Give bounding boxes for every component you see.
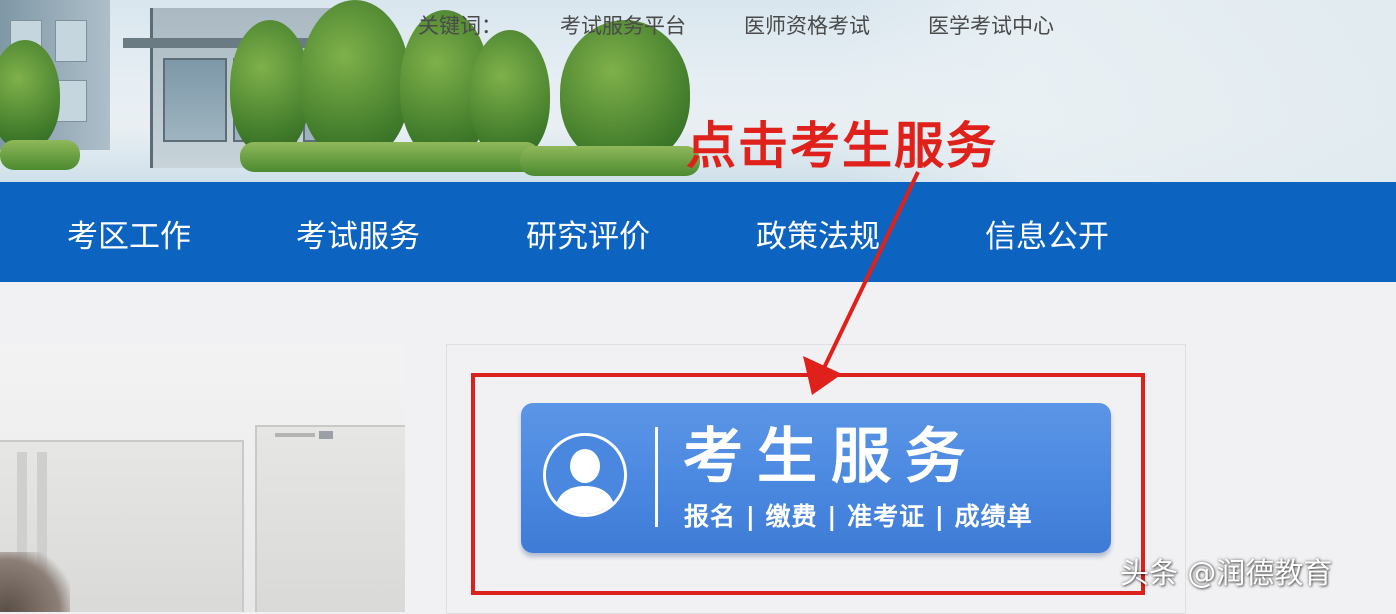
- main-nav: 考区工作 考试服务 研究评价 政策法规 信息公开: [0, 182, 1396, 282]
- nav-item-exam-service[interactable]: 考试服务: [296, 182, 420, 282]
- keyword-link-physician-exam[interactable]: 医师资格考试: [744, 10, 870, 40]
- service-title: 考生服务: [683, 422, 979, 492]
- service-subtitle: 报名 | 缴费 | 准考证 | 成绩单: [684, 502, 1033, 531]
- keywords-label: 关键词：: [418, 14, 502, 38]
- keyword-bar: 关键词： 考试服务平台 医师资格考试 医学考试中心: [418, 10, 1112, 40]
- nav-item-disclosure[interactable]: 信息公开: [985, 182, 1109, 282]
- nav-item-exam-area[interactable]: 考区工作: [67, 182, 191, 282]
- keyword-link-exam-center[interactable]: 医学考试中心: [928, 10, 1054, 40]
- watermark: 头条 @润德教育: [1120, 556, 1333, 590]
- user-avatar-icon: [543, 433, 627, 517]
- header-banner: 关键词： 考试服务平台 医师资格考试 医学考试中心 点击考生服务: [0, 0, 1396, 182]
- keyword-link-exam-platform[interactable]: 考试服务平台: [560, 10, 686, 40]
- annotation-text: 点击考生服务: [686, 117, 998, 175]
- nav-item-policy[interactable]: 政策法规: [756, 182, 880, 282]
- service-divider: [655, 427, 658, 527]
- nav-item-research[interactable]: 研究评价: [526, 182, 650, 282]
- office-photo: [0, 345, 405, 612]
- candidate-service-button[interactable]: 考生服务 报名 | 缴费 | 准考证 | 成绩单: [521, 403, 1111, 553]
